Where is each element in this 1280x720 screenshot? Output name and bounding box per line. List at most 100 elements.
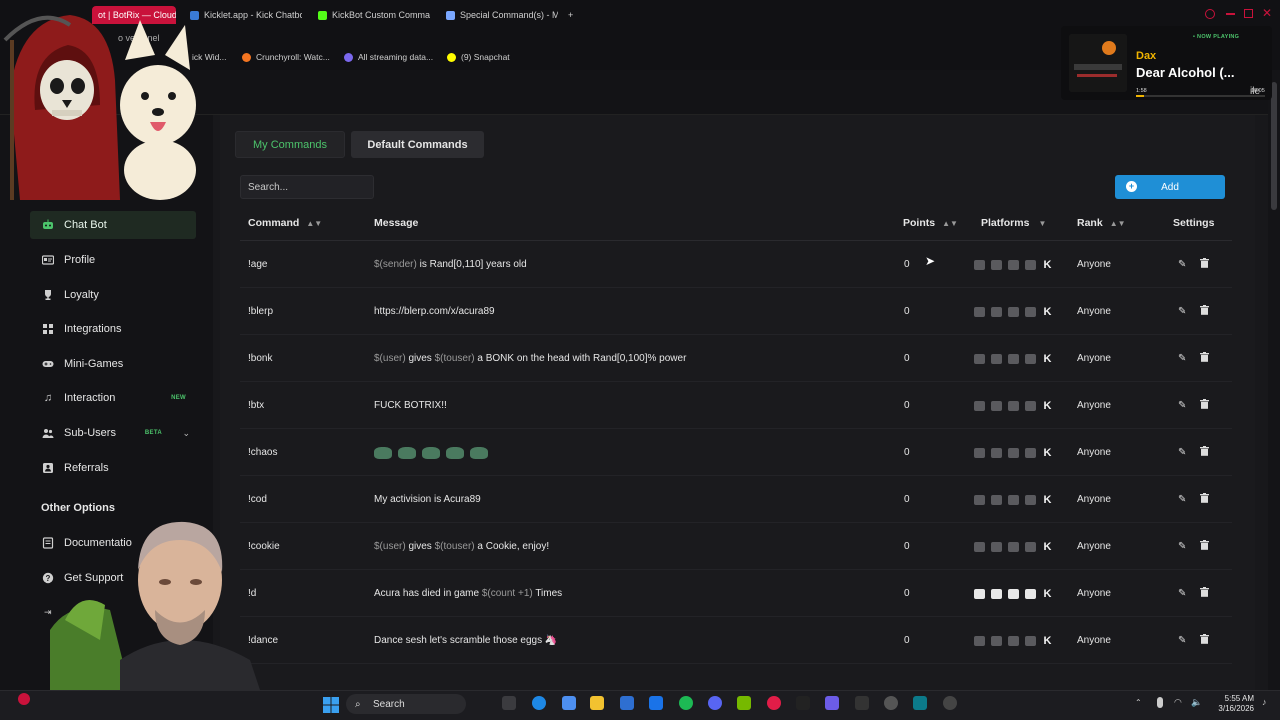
edit-pencil-icon[interactable]: ✎ [1178,400,1186,411]
twitch-icon[interactable] [974,447,985,458]
discord-icon[interactable] [991,494,1002,505]
delete-trash-icon[interactable] [1200,305,1210,318]
youtube-icon[interactable] [1008,259,1019,270]
twitch-icon[interactable] [974,353,985,364]
sidebar-item-mini-games[interactable]: Mini-Games [30,350,196,378]
store-app-icon[interactable] [620,696,634,710]
discord-icon[interactable] [991,635,1002,646]
task-view-icon[interactable] [502,696,516,710]
notification-bell-icon[interactable]: ♪ [1262,697,1267,707]
browser-tab-kickbot[interactable]: KickBot Custom Command [318,6,430,24]
bookmark-streaming-data[interactable]: All streaming data... [344,52,433,62]
sidebar-item-interaction[interactable]: ♫ Interaction NEW [30,384,196,412]
bookmark-crunchyroll[interactable]: Crunchyroll: Watc... [242,52,330,62]
edit-pencil-icon[interactable]: ✎ [1178,494,1186,505]
tab-default-commands[interactable]: Default Commands [351,131,484,158]
kick-icon[interactable]: K [1042,635,1053,646]
browser-tab-special-commands[interactable]: Special Command(s) - Ma [446,6,558,24]
twitch-icon[interactable] [974,494,985,505]
windows-start-icon[interactable] [323,697,339,713]
spotify-icon[interactable] [679,696,693,710]
twitch-icon[interactable] [974,541,985,552]
trovo-icon[interactable] [1025,635,1036,646]
column-header-points[interactable]: Points ▲▼ [903,217,958,229]
twitch-icon[interactable] [974,635,985,646]
microphone-icon[interactable] [1157,697,1163,708]
trovo-icon[interactable] [1025,353,1036,364]
delete-trash-icon[interactable] [1200,399,1210,412]
discord-icon[interactable] [991,588,1002,599]
delete-trash-icon[interactable] [1200,446,1210,459]
taskbar-clock[interactable]: 5:55 AM 3/16/2026 [1218,694,1254,714]
edit-pencil-icon[interactable]: ✎ [1178,353,1186,364]
kick-icon[interactable]: K [1042,353,1053,364]
trovo-icon[interactable] [1025,259,1036,270]
twitch-icon[interactable] [974,400,985,411]
photos-app-icon[interactable] [562,696,576,710]
new-tab-button[interactable]: + [568,6,580,24]
sidebar-item-profile[interactable]: Profile [30,246,196,274]
search-input[interactable] [240,175,374,199]
delete-trash-icon[interactable] [1200,493,1210,506]
kick-icon[interactable]: K [1042,259,1053,270]
delete-trash-icon[interactable] [1200,258,1210,271]
discord-icon[interactable] [991,541,1002,552]
sidebar-item-chat-bot[interactable]: Chat Bot [30,211,196,239]
edit-pencil-icon[interactable]: ✎ [1178,306,1186,317]
edit-pencil-icon[interactable]: ✎ [1178,588,1186,599]
trovo-icon[interactable] [1025,494,1036,505]
delete-trash-icon[interactable] [1200,587,1210,600]
delete-trash-icon[interactable] [1200,634,1210,647]
sort-icon[interactable]: ▲▼ [1110,219,1126,228]
chevron-up-icon[interactable]: ⌃ [1135,698,1142,707]
wifi-icon[interactable]: ◠ [1174,697,1182,708]
discord-icon[interactable] [991,259,1002,270]
file-explorer-icon[interactable] [590,696,604,710]
trovo-icon[interactable] [1025,588,1036,599]
youtube-icon[interactable] [1008,588,1019,599]
browser-tab-kicklet[interactable]: Kicklet.app - Kick Chatbot [190,6,302,24]
obs-studio-icon[interactable] [796,696,810,710]
kick-icon[interactable]: K [1042,306,1053,317]
add-command-button[interactable]: + Add [1115,175,1225,199]
youtube-icon[interactable] [1008,447,1019,458]
twitch-icon[interactable] [974,588,985,599]
tab-my-commands[interactable]: My Commands [235,131,345,158]
youtube-icon[interactable] [1008,541,1019,552]
edit-pencil-icon[interactable]: ✎ [1178,541,1186,552]
logout-icon[interactable]: ⇥ [44,607,52,618]
discord-icon[interactable] [991,306,1002,317]
nvidia-icon[interactable] [737,696,751,710]
youtube-icon[interactable] [1008,353,1019,364]
minimize-icon[interactable] [1226,13,1235,15]
outlook-app-icon[interactable] [649,696,663,710]
sidebar-item-loyalty[interactable]: Loyalty [30,281,196,309]
chrome-browser-icon[interactable] [943,696,957,710]
delete-trash-icon[interactable] [1200,540,1210,553]
kick-icon[interactable]: K [1042,541,1053,552]
settings-gear-icon[interactable] [884,696,898,710]
app-grid-icon[interactable] [825,696,839,710]
youtube-icon[interactable] [1008,635,1019,646]
kick-icon[interactable]: K [1042,588,1053,599]
taskbar-search-box[interactable]: ⌕ Search [346,694,466,714]
discord-icon[interactable] [708,696,722,710]
twitch-icon[interactable] [974,306,985,317]
discord-icon[interactable] [991,400,1002,411]
youtube-icon[interactable] [1008,494,1019,505]
sort-icon[interactable]: ▲▼ [306,219,322,228]
bookmark-snapchat[interactable]: (9) Snapchat [447,52,510,62]
youtube-icon[interactable] [1008,306,1019,317]
sidebar-item-referrals[interactable]: Referrals [30,454,196,482]
scrollbar-thumb[interactable] [1271,82,1277,210]
delete-trash-icon[interactable] [1200,352,1210,365]
kick-icon[interactable]: K [1042,400,1053,411]
search-icon[interactable] [1205,9,1215,19]
edge-browser-icon[interactable] [532,696,546,710]
edit-pencil-icon[interactable]: ✎ [1178,635,1186,646]
kick-icon[interactable]: K [1042,494,1053,505]
kick-icon[interactable]: K [1042,447,1053,458]
media-app-icon[interactable] [855,696,869,710]
close-icon[interactable]: ✕ [1262,6,1272,20]
trovo-icon[interactable] [1025,541,1036,552]
